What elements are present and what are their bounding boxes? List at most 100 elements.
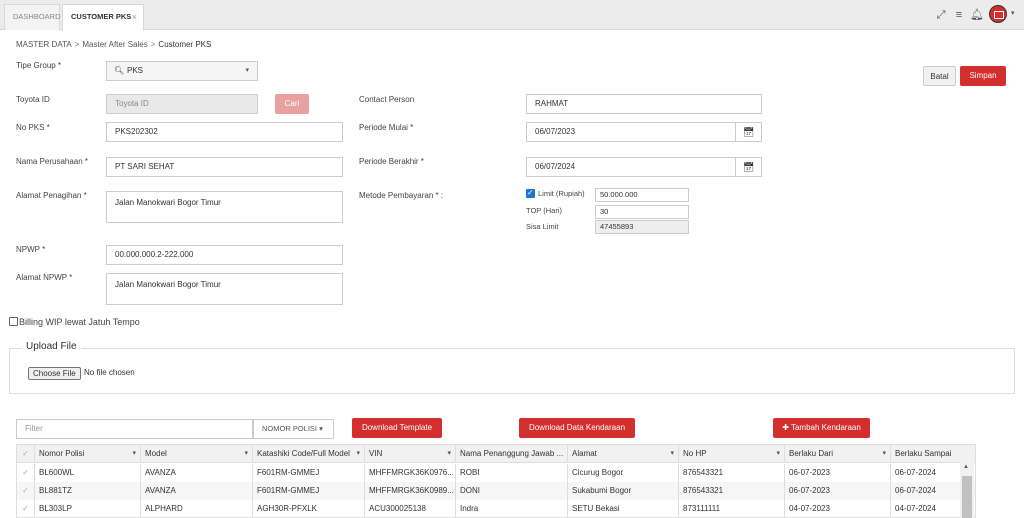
cell: MHFFMRGK36K0976... (365, 464, 456, 482)
breadcrumb-current: Customer PKS (158, 40, 212, 49)
batal-button[interactable]: Batal (923, 66, 956, 86)
nama-perusahaan-input[interactable]: PT SARI SEHAT (106, 157, 343, 177)
limit-label: Limit (Rupiah) (538, 189, 585, 198)
grid-scrollbar[interactable]: ▲ (960, 462, 974, 518)
toyota-id-label: Toyota ID (16, 95, 50, 104)
cell: F601RM-GMMEJ (253, 464, 365, 482)
vehicle-grid: ✓ Nomor Polisi ▾ Model ▾ Katashiki Code/Fu… (16, 444, 976, 518)
calendar-icon[interactable]: 📅︎ (735, 157, 761, 177)
cell: AVANZA (141, 464, 253, 482)
filter-icon: ▾ (882, 450, 886, 457)
periode-berakhir-input[interactable]: 06/07/2024 📅︎ (526, 157, 762, 177)
column-header[interactable]: Model ▾ (141, 445, 253, 463)
tab-customer-pks[interactable]: CUSTOMER PKS × (62, 4, 144, 31)
alamat-penagihan-label: Alamat Penagihan * (16, 191, 87, 200)
contact-person-input[interactable]: RAHMAT (526, 94, 762, 114)
column-header[interactable]: Berlaku Sampai (891, 445, 975, 463)
breadcrumb-item[interactable]: Master After Sales (82, 40, 147, 49)
tipe-group-select[interactable]: 🔍︎ PKS ▾ (106, 61, 258, 81)
cell: ROBI (456, 464, 568, 482)
table-row[interactable]: ✓ BL881TZ AVANZA F601RM-GMMEJ MHFFMRGK36… (17, 482, 975, 500)
breadcrumb-item[interactable]: MASTER DATA (16, 40, 72, 49)
column-header[interactable]: Berlaku Dari ▾ (785, 445, 891, 463)
table-row[interactable]: ✓ BL303LP ALPHARD AGH30R-PFXLK ACU300025… (17, 500, 975, 517)
download-data-button[interactable]: Download Data Kendaraan (519, 418, 635, 438)
periode-berakhir-label: Periode Berakhir * (359, 157, 424, 166)
tab-dashboard[interactable]: DASHBOARD (4, 4, 61, 30)
periode-berakhir-value: 06/07/2024 (535, 162, 576, 171)
billing-wip-label: Billing WIP lewat Jatuh Tempo (19, 317, 140, 327)
filter-icon: ▾ (447, 450, 451, 457)
cell: 876543321 (679, 482, 785, 500)
limit-input[interactable]: 50.000.000 (595, 188, 689, 202)
select-all-checkbox[interactable]: ✓ (17, 445, 35, 463)
billing-wip-checkbox[interactable] (9, 317, 18, 326)
filter-icon: ▾ (670, 450, 674, 457)
no-pks-input[interactable]: PKS202302 (106, 122, 343, 142)
tipe-group-value: PKS (127, 66, 144, 75)
download-template-button[interactable]: Download Template (352, 418, 442, 438)
cell: Cicurug Bogor (568, 464, 679, 482)
bell-icon[interactable]: 🔔︎ (970, 7, 984, 23)
filter-input[interactable]: Filter (16, 419, 253, 439)
cari-button[interactable]: Cari (275, 94, 309, 114)
file-status: No file chosen (84, 368, 135, 377)
calendar-icon[interactable]: 📅︎ (735, 122, 761, 142)
row-checkbox[interactable]: ✓ (17, 482, 35, 500)
filter-icon: ▾ (356, 450, 360, 457)
menu-icon[interactable]: ≡ (952, 7, 966, 23)
filter-icon: ▾ (132, 450, 136, 457)
cell: SETU Bekasi (568, 500, 679, 517)
breadcrumb: MASTER DATA > Master After Sales > Customer … (16, 40, 211, 49)
row-checkbox[interactable]: ✓ (17, 464, 35, 482)
filter-icon: ▾ (244, 450, 248, 457)
expand-icon[interactable]: ⤢ (934, 7, 948, 23)
close-icon[interactable]: × (132, 5, 137, 29)
cell: F601RM-GMMEJ (253, 482, 365, 500)
filter-icon: ▾ (776, 450, 780, 457)
no-pks-label: No PKS * (16, 123, 50, 132)
cell: AGH30R-PFXLK (253, 500, 365, 517)
sisa-limit-value: 47455893 (595, 220, 689, 234)
cell: 06-07-2023 (785, 464, 891, 482)
npwp-input[interactable]: 00.000.000.2-222.000 (106, 245, 343, 265)
column-header[interactable]: Alamat ▾ (568, 445, 679, 463)
tambah-kendaraan-button[interactable]: ✚ Tambah Kendaraan (773, 418, 870, 438)
alamat-penagihan-textarea[interactable]: Jalan Manokwari Bogor Timur (106, 191, 343, 223)
table-row[interactable]: ✓ BL600WL AVANZA F601RM-GMMEJ MHFFMRGK36… (17, 464, 975, 482)
filter-field-dropdown[interactable]: NOMOR POLISI ▾ (253, 419, 334, 439)
npwp-label: NPWP * (16, 245, 46, 254)
column-header[interactable]: VIN ▾ (365, 445, 456, 463)
simpan-button[interactable]: Simpan (960, 66, 1006, 86)
column-header[interactable]: No HP ▾ (679, 445, 785, 463)
scroll-up-icon[interactable]: ▲ (963, 464, 969, 470)
limit-checkbox[interactable] (526, 188, 535, 198)
top-input[interactable]: 30 (595, 205, 689, 219)
column-header[interactable]: Nama Penanggung Jawab ... (456, 445, 568, 463)
cell: ALPHARD (141, 500, 253, 517)
tab-bar: DASHBOARD CUSTOMER PKS × ⤢ ≡ 🔔︎ ▾ (0, 0, 1024, 31)
cell: Sukabumi Bogor (568, 482, 679, 500)
toyota-id-input[interactable]: Toyota ID (106, 94, 258, 114)
periode-mulai-input[interactable]: 06/07/2023 📅︎ (526, 122, 762, 142)
nama-perusahaan-label: Nama Perusahaan * (16, 157, 89, 166)
cell: Indra (456, 500, 568, 517)
breadcrumb-separator: > (74, 40, 80, 49)
scroll-thumb[interactable] (962, 476, 972, 518)
cell: 06-07-2023 (785, 482, 891, 500)
cell: 873111111 (679, 500, 785, 517)
chevron-down-icon[interactable]: ▾ (1011, 9, 1015, 17)
alamat-npwp-textarea[interactable]: Jalan Manokwari Bogor Timur (106, 273, 343, 305)
choose-file-button[interactable]: Choose File (28, 367, 81, 380)
tab-label: CUSTOMER PKS (71, 12, 132, 21)
cell: BL303LP (35, 500, 141, 517)
row-checkbox[interactable]: ✓ (17, 500, 35, 517)
chevron-down-icon: ▾ (245, 67, 249, 74)
cell: DONI (456, 482, 568, 500)
user-avatar[interactable] (989, 5, 1007, 23)
sisa-limit-label: Sisa Limit (526, 222, 559, 231)
metode-pembayaran-label: Metode Pembayaran * : (359, 191, 444, 200)
column-header[interactable]: Nomor Polisi ▾ (35, 445, 141, 463)
column-header[interactable]: Katashiki Code/Full Model ▾ (253, 445, 365, 463)
tipe-group-label: Tipe Group * (16, 61, 62, 70)
